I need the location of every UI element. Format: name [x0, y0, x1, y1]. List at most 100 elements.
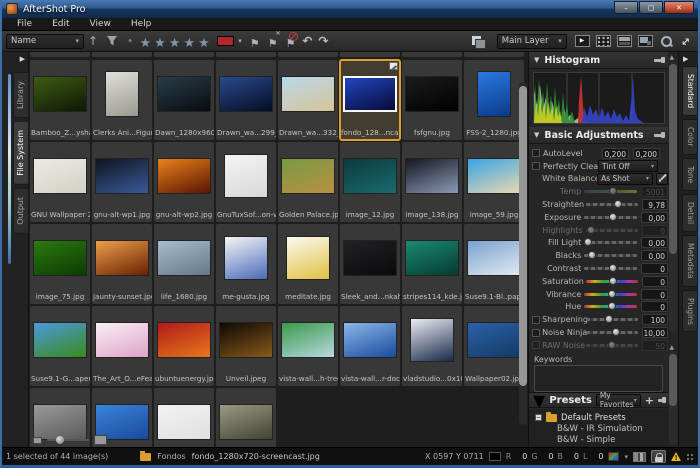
saturation-slider[interactable]	[586, 280, 638, 283]
pin-icon[interactable]	[658, 399, 664, 402]
preview-view-icon[interactable]	[638, 35, 653, 47]
grid-scrollbar[interactable]	[519, 82, 527, 425]
minimize-button[interactable]: –	[614, 1, 638, 14]
blacks-value[interactable]: 0,00	[641, 250, 668, 261]
hue-value[interactable]: 0	[641, 301, 668, 312]
star-icon[interactable]: ★	[183, 36, 195, 51]
rotate-left-icon[interactable]: ↶	[302, 34, 312, 48]
right-tab-plugins[interactable]: Plugins	[682, 290, 698, 333]
collapse-right-icon[interactable]: ▶	[683, 55, 688, 63]
panel-scrollbar-thumb[interactable]	[669, 64, 677, 254]
contrast-value[interactable]: 0	[641, 263, 668, 274]
raw-noise-value[interactable]: 50	[642, 340, 668, 351]
sharpening-slider-thumb[interactable]	[605, 315, 613, 323]
panel-handle[interactable]	[8, 74, 11, 264]
thumbnail-tile[interactable]: image_12.jpg	[340, 142, 400, 222]
left-tab-library[interactable]: Library	[13, 72, 29, 118]
proof-view-icon[interactable]	[633, 452, 646, 462]
thumbnail-tile[interactable]: Golden Palace.jpg	[278, 142, 338, 222]
duplicate-view-icon[interactable]	[471, 35, 486, 47]
pin-icon[interactable]	[654, 134, 663, 137]
temp-value[interactable]: 5001	[641, 186, 668, 197]
size-slider-thumb[interactable]	[56, 436, 64, 444]
white-balance-select[interactable]: As Shot ▾	[597, 173, 653, 185]
sharpening-value[interactable]: 100	[642, 314, 668, 325]
rotate-right-icon[interactable]: ↷	[318, 34, 328, 48]
tint-select[interactable]: Tint Off ▾	[598, 160, 658, 172]
exposure-slider-thumb[interactable]	[609, 213, 617, 221]
presets-scrollbar-thumb[interactable]	[669, 354, 677, 406]
noise-ninja-checkbox[interactable]	[532, 329, 540, 337]
basic-adjustments-header[interactable]: ▼ Basic Adjustments	[529, 127, 668, 144]
pin-icon[interactable]	[654, 59, 663, 62]
color-label-swatch[interactable]	[217, 36, 234, 46]
maximize-button[interactable]: ▢	[639, 1, 663, 14]
highlights-slider[interactable]	[586, 229, 638, 232]
sharpening-checkbox[interactable]	[532, 316, 540, 324]
vibrance-value[interactable]: 0	[641, 289, 668, 300]
thumbnail-tile[interactable]: Bamboo_Z...ysha.jpg	[30, 60, 90, 140]
contrast-slider[interactable]	[584, 267, 637, 270]
left-tab-output[interactable]: Output	[13, 188, 29, 234]
collapse-icon[interactable]: ▼	[533, 391, 545, 410]
fill-light-value[interactable]: 0,00	[641, 237, 668, 248]
vibrance-slider[interactable]	[584, 293, 637, 296]
menu-help[interactable]: Help	[122, 19, 161, 29]
thumbnail-tile[interactable]: vista-wall...h-tree.jpg	[278, 306, 338, 386]
right-tab-metadata[interactable]: Metadata	[682, 235, 698, 287]
close-button[interactable]: ✕	[664, 1, 694, 14]
current-folder[interactable]: Fondos	[157, 452, 185, 461]
preset-item[interactable]: B&W - IR Simulation	[535, 424, 668, 436]
straighten-value[interactable]: 9,78	[642, 199, 668, 210]
thumbnail-tile[interactable]: image_138.jpg	[402, 142, 462, 222]
right-tab-standard[interactable]: Standard	[682, 66, 698, 116]
grid-scrollbar-thumb[interactable]	[519, 86, 527, 386]
right-tab-color[interactable]: Color	[682, 119, 698, 155]
collapse-node-icon[interactable]: −	[535, 414, 542, 421]
thumbnail-tile[interactable]	[216, 388, 276, 447]
star-icon[interactable]: ★	[169, 36, 181, 51]
star-icon[interactable]: ★	[154, 36, 166, 51]
slideshow-icon[interactable]	[575, 35, 590, 47]
temp-slider-thumb[interactable]	[609, 187, 617, 195]
add-preset-icon[interactable]: +	[645, 394, 654, 407]
exposure-value[interactable]: 0,00	[641, 212, 668, 223]
saturation-slider-thumb[interactable]	[609, 277, 617, 285]
thumbnail-view-icon[interactable]	[596, 35, 611, 47]
noise-ninja-value[interactable]: 10,00	[642, 327, 668, 338]
menu-file[interactable]: File	[8, 19, 41, 29]
thumbnail-tile[interactable]	[154, 388, 214, 447]
presets-header[interactable]: ▼ Presets My Favorites ▾ +	[529, 392, 668, 408]
thumbnail-tile[interactable]: GnuTuxSof...on-v1.jpg	[216, 142, 276, 222]
thumbnail-tile[interactable]: image_59.jpg	[464, 142, 524, 222]
left-tab-file-system[interactable]: File System	[13, 121, 29, 185]
thumbnail-tile[interactable]: Dawn_1280x960.jpg	[154, 60, 214, 140]
autolevel-low-value[interactable]: 0,200	[602, 148, 629, 159]
noise-ninja-slider-thumb[interactable]	[612, 328, 620, 336]
chevron-down-icon[interactable]: ▾	[624, 453, 628, 461]
clear-rating-icon[interactable]: •	[127, 36, 133, 47]
panel-scrollbar[interactable]	[669, 62, 677, 332]
highlights-value[interactable]: 0	[642, 225, 668, 236]
scroll-up-icon[interactable]: ▲	[670, 54, 675, 61]
right-tab-tone[interactable]: Tone	[682, 158, 698, 191]
blacks-slider-thumb[interactable]	[588, 251, 596, 259]
presets-scrollbar[interactable]	[669, 352, 677, 445]
thumbnail-tile[interactable]: gnu-alt-wp1.jpg	[92, 142, 152, 222]
thumbnail-tile[interactable]: FSS-2_1280.jpg	[464, 60, 524, 140]
histogram-header[interactable]: ▼ Histogram	[529, 52, 668, 69]
thumbnail-tile[interactable]: The_Art_O...eFear.jpg	[92, 306, 152, 386]
star-icon[interactable]: ★	[198, 36, 210, 51]
collapse-icon[interactable]: ▼	[534, 56, 539, 64]
presets-scroll-up-icon[interactable]: ▲	[670, 344, 675, 351]
thumbnail-tile[interactable]: life_1680.jpg	[154, 224, 214, 304]
sort-by-select[interactable]: Name ▾	[6, 34, 84, 49]
raw-noise-checkbox[interactable]	[532, 341, 540, 349]
thumbnail-tile[interactable]: vladstudio...0x1024.jpg	[402, 306, 462, 386]
lock-icon[interactable]	[651, 450, 666, 463]
thumbnail-tile[interactable]: GNU Wallpaper 2.jpg	[30, 142, 90, 222]
keywords-input[interactable]	[534, 365, 663, 392]
magnifier-icon[interactable]	[660, 35, 673, 48]
raw-noise-slider[interactable]	[586, 344, 638, 347]
saturation-value[interactable]: 0	[642, 276, 668, 287]
